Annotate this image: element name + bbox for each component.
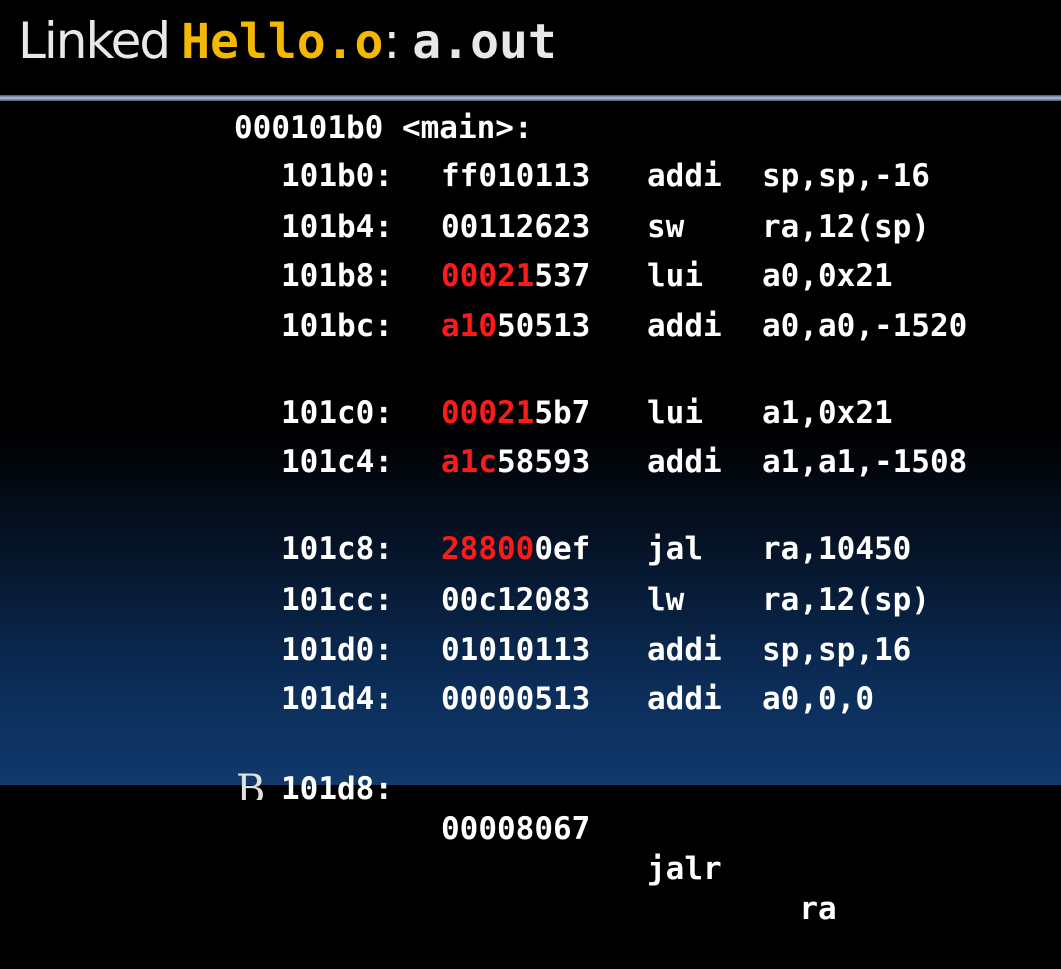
instruction-hex: 000215b7: [441, 393, 590, 433]
instruction-address: 101bc:: [281, 308, 393, 344]
instruction-operands: ra,10450: [762, 531, 912, 567]
instruction-address: 101c0:: [281, 395, 393, 431]
instruction-operands: a1,0x21: [762, 395, 893, 431]
fixed-bits: 537: [534, 258, 591, 294]
instruction-opcode: sw: [647, 209, 685, 245]
fixed-bits: 01010113: [441, 632, 591, 668]
instruction-address: 101c8:: [281, 531, 393, 567]
instruction-operands: sp,sp,-16: [762, 158, 930, 194]
instruction-operands: ra,12(sp): [762, 209, 930, 245]
cut-off-text: B: [236, 770, 366, 800]
instruction-address: 101d0:: [281, 632, 393, 668]
fixed-bits: 58593: [497, 444, 591, 480]
instruction-hex: 00008067: [441, 809, 590, 849]
instruction-opcode: addi: [647, 632, 722, 668]
instruction-operands: a0,a0,-1520: [762, 308, 968, 344]
instruction-hex: 01010113: [441, 630, 590, 670]
instruction-address: 101b8:: [281, 258, 393, 294]
instruction-hex: a1050513: [441, 306, 590, 346]
instruction-operands: a0,0,0: [762, 681, 874, 717]
instruction-hex: 00112623: [441, 207, 590, 247]
instruction-hex: 00c12083: [441, 580, 590, 620]
relocated-bits: a10: [441, 308, 497, 344]
instruction-opcode: addi: [647, 158, 722, 194]
instruction-hex: 288000ef: [441, 529, 590, 569]
instruction-hex: 00000513: [441, 679, 590, 719]
instruction-opcode: lw: [647, 582, 685, 618]
fixed-bits: 5b7: [534, 395, 591, 431]
fixed-bits: ff010113: [441, 158, 591, 194]
instruction-operands: a0,0x21: [762, 258, 893, 294]
instruction-opcode: lui: [647, 258, 703, 294]
relocated-bits: a1c: [441, 444, 497, 480]
instruction-operands: ra,12(sp): [762, 582, 930, 618]
fixed-bits: 00112623: [441, 209, 591, 245]
function-label: 000101b0 <main>:: [234, 110, 533, 146]
instruction-opcode: lui: [647, 395, 703, 431]
cut-off-glyph: B: [236, 770, 266, 800]
fixed-bits: 00000513: [441, 681, 591, 717]
instruction-address: 101d4:: [281, 681, 393, 717]
instruction-address: 101b4:: [281, 209, 393, 245]
fixed-bits: 00008067: [441, 811, 591, 847]
instruction-line: 101d8: 00008067 jalr ra: [0, 729, 837, 927]
instruction-operands: a1,a1,-1508: [762, 444, 968, 480]
fixed-bits: 50513: [497, 308, 591, 344]
relocated-bits: 28800: [441, 531, 535, 567]
instruction-opcode: addi: [647, 308, 722, 344]
relocated-bits: 00021: [441, 395, 535, 431]
relocated-bits: 00021: [441, 258, 535, 294]
instruction-opcode: jalr: [647, 851, 722, 887]
fixed-bits: 0ef: [534, 531, 591, 567]
instruction-address: 101cc:: [281, 582, 393, 618]
instruction-address: 101b0:: [281, 158, 393, 194]
instruction-opcode: jal: [647, 531, 703, 567]
instruction-hex: ff010113: [441, 156, 590, 196]
instruction-address: 101c4:: [281, 444, 393, 480]
fixed-bits: 00c12083: [441, 582, 591, 618]
instruction-opcode: addi: [647, 444, 722, 480]
instruction-opcode: addi: [647, 681, 722, 717]
instruction-hex: 00021537: [441, 256, 590, 296]
instruction-operands: ra: [762, 891, 837, 927]
instruction-operands: sp,sp,16: [762, 632, 912, 668]
instruction-hex: a1c58593: [441, 442, 590, 482]
disassembly-listing: 000101b0 <main>: 101b0: ff010113 addi sp…: [0, 0, 1061, 927]
